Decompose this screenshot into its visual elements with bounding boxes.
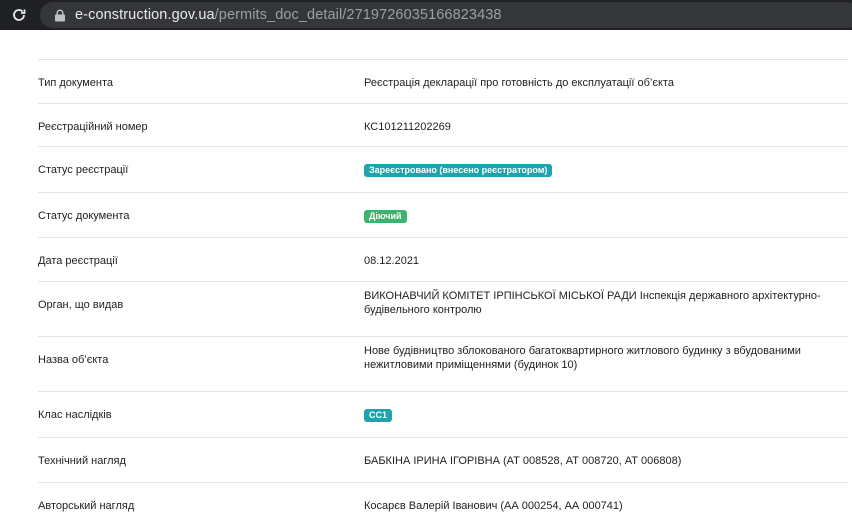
detail-label: Статус реєстрації [38,164,129,176]
status-badge: Зареєстровано (внесено реєстратором) [364,164,553,177]
detail-label: Авторський нагляд [38,500,135,512]
status-badge: СС1 [364,409,393,422]
reload-icon[interactable] [8,4,30,26]
url-path: /permits_doc_detail/2719726035166823438 [214,7,502,23]
detail-value: БАБКІНА ІРИНА ІГОРІВНА (АТ 008528, АТ 00… [364,455,682,467]
detail-value: КС101211202269 [364,121,451,133]
detail-label: Дата реєстрації [38,255,118,267]
detail-value: ВИКОНАВЧИЙ КОМІТЕТ ІРПІНСЬКОЇ МІСЬКОЇ РА… [364,290,821,316]
detail-value: Нове будівництво зблокованого багатоквар… [364,345,801,371]
detail-label: Тип документа [38,77,114,89]
detail-row: Реєстраційний номер КС101211202269 [38,103,848,147]
url-text[interactable]: e-construction.gov.ua/permits_doc_detail… [75,7,502,23]
url-host: e-construction.gov.ua [75,7,215,23]
detail-row: Статус реєстрації Зареєстровано (внесено … [38,146,848,193]
detail-row: Назва об’єкта Нове будівництво зблоковано… [38,336,848,392]
detail-value: 08.12.2021 [364,255,420,267]
address-bar[interactable]: e-construction.gov.ua/permits_doc_detail… [40,2,852,28]
lock-icon [54,9,66,22]
status-badge: Діючий [364,210,407,223]
detail-value: Зареєстровано (внесено реєстратором) [364,163,848,177]
detail-row: Авторський нагляд Косарєв Валерій Іванови… [38,482,848,523]
detail-value: Реєстрація декларації про готовність до … [364,77,674,89]
detail-value: Діючий [364,209,848,223]
detail-label: Технічний нагляд [38,455,126,467]
page-content: Тип документа Реєстрація декларації про г… [0,30,852,523]
detail-label: Клас наслідків [38,409,112,421]
detail-row: Статус документа Діючий [38,192,848,238]
detail-row: Клас наслідків СС1 [38,391,848,438]
detail-row: Дата реєстрації 08.12.2021 [38,237,848,282]
browser-toolbar: e-construction.gov.ua/permits_doc_detail… [0,0,852,30]
detail-value: Косарєв Валерій Іванович (АА 000254, АА … [364,500,623,512]
detail-label: Реєстраційний номер [38,121,148,133]
detail-label: Статус документа [38,210,130,222]
detail-label: Орган, що видав [38,299,124,311]
detail-label: Назва об’єкта [38,354,109,366]
detail-row: Орган, що видав ВИКОНАВЧИЙ КОМІТЕТ ІРПІНС… [38,281,848,337]
detail-row: Тип документа Реєстрація декларації про г… [38,59,848,104]
detail-value: СС1 [364,408,848,422]
detail-row: Технічний нагляд БАБКІНА ІРИНА ІГОРІВНА (… [38,437,848,483]
